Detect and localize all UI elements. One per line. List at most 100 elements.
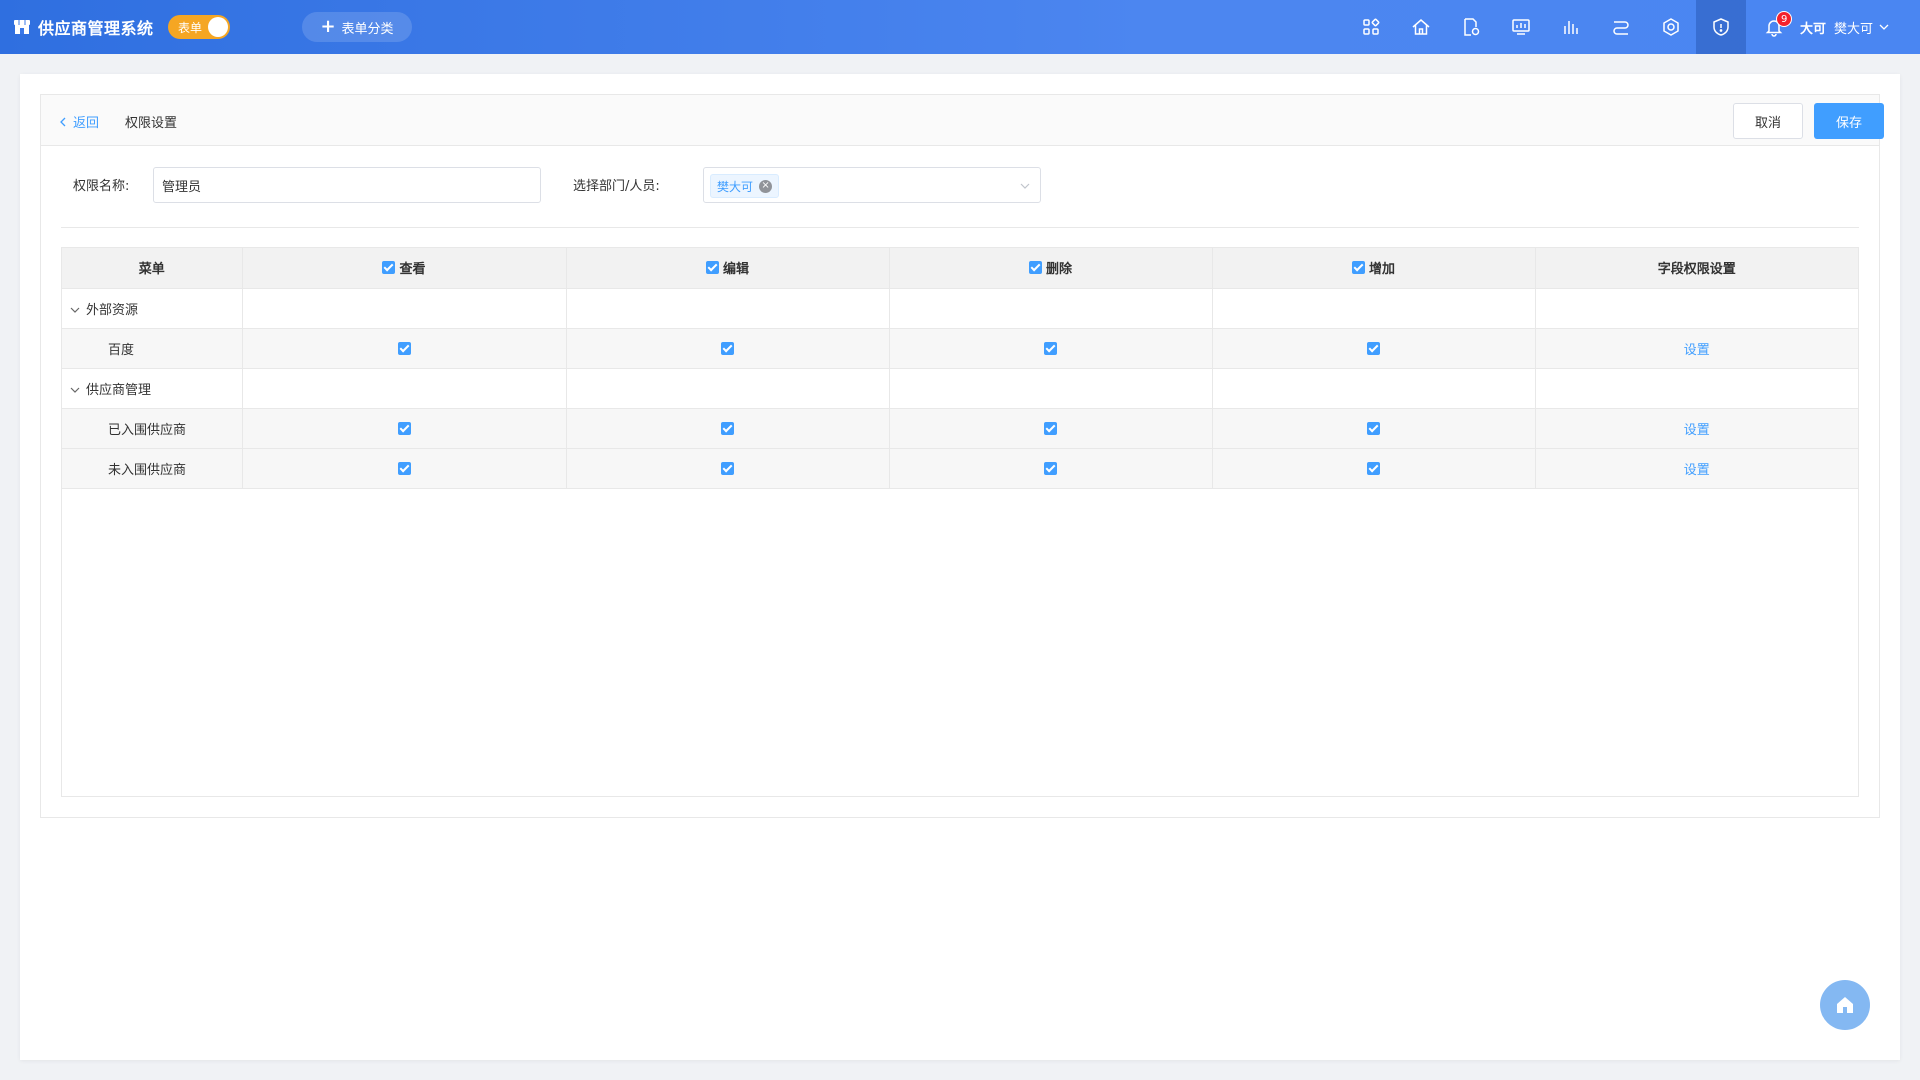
checkbox-delete[interactable] (1044, 421, 1057, 435)
main-card: 返回 权限设置 取消 保存 权限名称: 选择部门/人员: 樊大可 × (20, 74, 1900, 1060)
selected-tag-label: 樊大可 (717, 179, 754, 194)
selected-tag: 樊大可 × (710, 174, 780, 198)
flow-icon[interactable] (1596, 0, 1646, 54)
checkbox-delete[interactable] (1044, 341, 1057, 355)
dept-person-select[interactable]: 樊大可 × (703, 167, 1041, 203)
table-cell (242, 288, 567, 329)
chevron-down-icon (1020, 183, 1030, 189)
table-cell (1212, 288, 1536, 329)
bar-chart-icon[interactable] (1546, 0, 1596, 54)
table-cell (566, 448, 890, 489)
table-cell: 设置 (1535, 328, 1858, 369)
menu-cell: 百度 (62, 328, 243, 369)
toggle-knob (208, 17, 228, 37)
menu-label: 供应商管理 (86, 382, 152, 398)
menu-cell[interactable]: 供应商管理 (62, 368, 243, 409)
checkbox-add[interactable] (1367, 421, 1380, 435)
column-header-view: 查看 (242, 248, 567, 289)
back-label: 返回 (73, 116, 100, 131)
back-link[interactable]: 返回 (59, 112, 99, 131)
table-cell: 设置 (1535, 408, 1858, 449)
store-icon (14, 20, 30, 34)
table-row: 已入围供应商 设置 (62, 408, 1858, 449)
brand[interactable]: 供应商管理系统 (12, 0, 154, 54)
table-header-row: 菜单 查看 编辑 删除 增加 字段权限设置 (62, 248, 1858, 289)
checkbox-add[interactable] (1367, 341, 1380, 355)
divider (61, 227, 1859, 228)
floating-home-button[interactable] (1820, 980, 1870, 1030)
cancel-button[interactable]: 取消 (1733, 103, 1803, 139)
table-cell (1535, 368, 1858, 409)
table-cell (889, 328, 1213, 369)
shield-icon[interactable] (1696, 0, 1746, 54)
checkbox-view[interactable] (397, 421, 411, 435)
app-title: 供应商管理系统 (38, 19, 154, 38)
apps-icon[interactable] (1346, 0, 1396, 54)
table-row: 百度 设置 (62, 328, 1858, 369)
chevron-down-icon[interactable] (70, 385, 80, 395)
checkbox-add[interactable] (1367, 461, 1380, 475)
checkbox-edit[interactable] (721, 461, 734, 475)
panel-header: 返回 权限设置 取消 保存 (41, 95, 1884, 146)
table-cell: 设置 (1535, 448, 1858, 489)
table-row: 未入围供应商 设置 (62, 448, 1858, 489)
document-settings-icon[interactable] (1446, 0, 1496, 54)
permission-name-input[interactable] (153, 167, 541, 203)
checkbox-view[interactable] (397, 341, 411, 355)
table-cell (566, 368, 890, 409)
menu-cell[interactable]: 外部资源 (62, 288, 243, 329)
form-category-button[interactable]: + 表单分类 (302, 12, 412, 42)
column-header-add: 增加 (1212, 248, 1536, 289)
menu-label: 外部资源 (86, 302, 139, 318)
page-title: 权限设置 (125, 116, 178, 131)
category-button-label: 表单分类 (341, 21, 394, 37)
table-row-group: 供应商管理 (62, 368, 1858, 409)
table-cell (566, 408, 890, 449)
checkbox-edit[interactable] (721, 421, 734, 435)
monitor-chart-icon[interactable] (1496, 0, 1546, 54)
table-cell (889, 448, 1213, 489)
table-row-group: 外部资源 (62, 288, 1858, 329)
column-header-label: 查看 (399, 262, 426, 278)
checkbox-edit-all[interactable] (705, 261, 719, 275)
user-menu[interactable]: 大可 樊大可 (1800, 0, 1889, 54)
table-cell (242, 368, 567, 409)
permission-table: 菜单 查看 编辑 删除 增加 字段权限设置 外部资源 百度 设置 供应商管理 已… (61, 247, 1859, 797)
dept-select-label: 选择部门/人员: (573, 179, 660, 194)
home-icon[interactable] (1396, 0, 1446, 54)
checkbox-view-all[interactable] (382, 261, 396, 275)
table-cell (889, 368, 1213, 409)
checkbox-add-all[interactable] (1351, 261, 1365, 275)
table-cell (889, 288, 1213, 329)
field-setting-link[interactable]: 设置 (1684, 463, 1710, 478)
form-toggle[interactable]: 表单 (168, 15, 230, 39)
plus-icon: + (320, 16, 336, 37)
checkbox-view[interactable] (397, 461, 411, 475)
menu-cell: 已入围供应商 (62, 408, 243, 449)
field-setting-link[interactable]: 设置 (1684, 423, 1710, 438)
menu-cell: 未入围供应商 (62, 448, 243, 489)
settings-icon[interactable] (1646, 0, 1696, 54)
table-cell (1212, 448, 1536, 489)
toggle-label: 表单 (178, 21, 203, 35)
chevron-down-icon (1879, 24, 1889, 30)
column-header-label: 删除 (1045, 262, 1072, 278)
checkbox-edit[interactable] (721, 341, 734, 355)
checkbox-delete-all[interactable] (1028, 261, 1042, 275)
column-header-delete: 删除 (889, 248, 1213, 289)
close-icon[interactable]: × (759, 179, 773, 193)
avatar: 大可 (1800, 21, 1827, 37)
table-cell (1212, 408, 1536, 449)
chevron-left-icon (60, 117, 66, 126)
field-setting-link[interactable]: 设置 (1684, 343, 1710, 358)
table-cell (1212, 328, 1536, 369)
chevron-down-icon[interactable] (70, 305, 80, 315)
checkbox-delete[interactable] (1044, 461, 1057, 475)
table-cell (1535, 288, 1858, 329)
save-button[interactable]: 保存 (1814, 103, 1884, 139)
home-icon (1837, 997, 1853, 1013)
notifications[interactable]: 9 (1754, 0, 1794, 54)
username: 樊大可 (1834, 21, 1874, 37)
column-header-label: 增加 (1368, 262, 1395, 278)
table-cell (242, 408, 567, 449)
